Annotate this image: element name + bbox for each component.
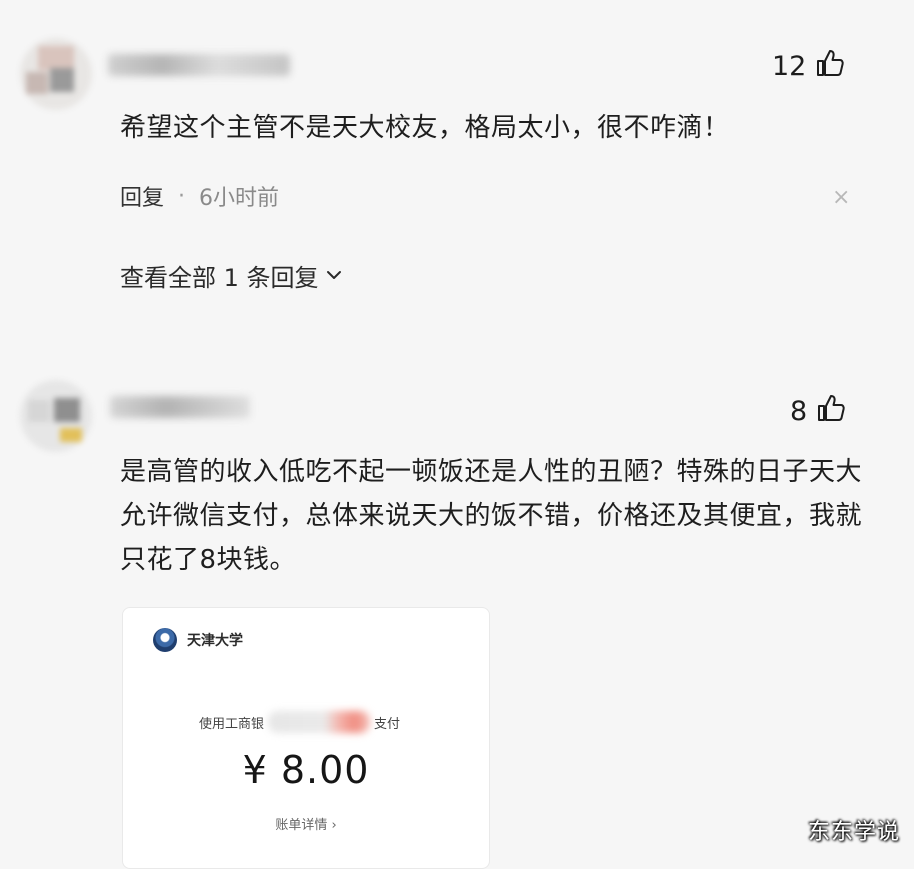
like-count: 12 [772, 51, 807, 82]
like-count: 8 [790, 396, 808, 427]
payment-method: 使用工商银 支付 [199, 711, 400, 733]
comment-time: 6小时前 [199, 186, 280, 211]
comment-text: 希望这个主管不是天大校友，格局太小，很不咋滴！ [120, 113, 730, 143]
like-button[interactable]: 12 [772, 47, 846, 86]
reply-button[interactable]: 回复 [120, 180, 164, 212]
view-replies-button[interactable]: 查看全部 1 条回复 [120, 258, 343, 293]
meta-separator: · [178, 183, 186, 209]
school-name: 天津大学 [187, 633, 243, 649]
view-replies-label: 查看全部 1 条回复 [120, 264, 319, 292]
thumbs-up-icon [815, 392, 847, 431]
university-logo-icon [153, 628, 177, 652]
bill-detail-link[interactable]: 账单详情 › [123, 814, 489, 833]
payment-prefix: 使用工商银 [199, 716, 265, 732]
avatar[interactable] [20, 380, 92, 452]
username-blurred[interactable] [110, 396, 250, 418]
like-button[interactable]: 8 [790, 392, 847, 431]
comment-meta: 回复 · 6小时前 [120, 180, 279, 212]
receipt-image[interactable]: 天津大学 使用工商银 支付 ¥ 8.00 账单详情 › [122, 607, 490, 869]
thumbs-up-icon [814, 47, 846, 86]
card-number-blurred [268, 711, 371, 733]
payment-suffix: 支付 [374, 716, 401, 732]
comment-text: 是高管的收入低吃不起一顿饭还是人性的丑陋？特殊的日子天大允许微信支付，总体来说天… [120, 457, 863, 575]
close-icon[interactable]: × [832, 185, 850, 210]
payment-amount: ¥ 8.00 [242, 748, 370, 792]
username-blurred[interactable] [108, 54, 290, 76]
avatar[interactable] [20, 38, 92, 110]
chevron-down-icon [325, 262, 343, 290]
watermark: 东东学说 [807, 820, 900, 845]
